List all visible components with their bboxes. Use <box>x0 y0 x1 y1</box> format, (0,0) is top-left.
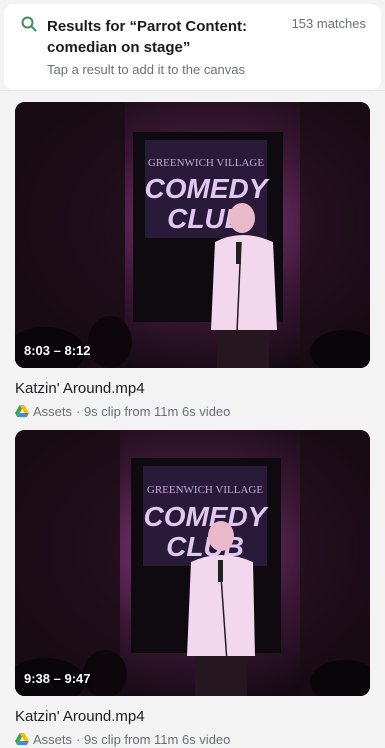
sign-line-1: GREENWICH VILLAGE <box>148 157 264 169</box>
source-label: Assets <box>33 731 73 747</box>
result-card[interactable]: GREENWICH VILLAGE COMEDY CLUB 9:38 – 9:4… <box>15 430 370 748</box>
clip-description: · 9s clip from 11m 6s video <box>76 403 231 419</box>
clip-description: · 9s clip from 11m 6s video <box>76 731 231 747</box>
source-label: Assets <box>33 403 73 419</box>
results-header: Results for “Parrot Content: comedian on… <box>4 4 381 90</box>
result-card[interactable]: GREENWICH VILLAGE COMEDY CLUB 8:03 – 8:1… <box>15 102 370 420</box>
result-filename[interactable]: Katzin' Around.mp4 <box>15 708 370 725</box>
google-drive-icon <box>15 405 29 417</box>
header-divider <box>0 90 385 91</box>
results-title: Results for “Parrot Content: comedian on… <box>47 18 248 56</box>
search-results-panel: Results for “Parrot Content: comedian on… <box>0 0 385 747</box>
thumbnail-image: GREENWICH VILLAGE COMEDY CLUB <box>15 102 370 368</box>
google-drive-icon <box>15 733 29 745</box>
results-hint: Tap a result to add it to the canvas <box>47 62 246 77</box>
clip-time-range: 8:03 – 8:12 <box>24 343 91 358</box>
result-meta: Assets · 9s clip from 11m 6s video <box>15 730 370 748</box>
sign-line-1: GREENWICH VILLAGE <box>147 484 263 496</box>
sign-line-2: COMEDY <box>145 173 270 204</box>
video-thumbnail[interactable]: GREENWICH VILLAGE COMEDY CLUB 9:38 – 9:4… <box>15 430 370 696</box>
video-thumbnail[interactable]: GREENWICH VILLAGE COMEDY CLUB 8:03 – 8:1… <box>15 102 370 368</box>
clip-time-range: 9:38 – 9:47 <box>24 671 91 686</box>
match-count: 153 matches <box>291 16 366 31</box>
result-meta: Assets · 9s clip from 11m 6s video <box>15 402 370 420</box>
thumbnail-image: GREENWICH VILLAGE COMEDY CLUB <box>15 430 370 696</box>
sign-line-2: COMEDY <box>144 501 269 532</box>
search-icon <box>21 16 37 32</box>
result-filename[interactable]: Katzin' Around.mp4 <box>15 380 370 397</box>
